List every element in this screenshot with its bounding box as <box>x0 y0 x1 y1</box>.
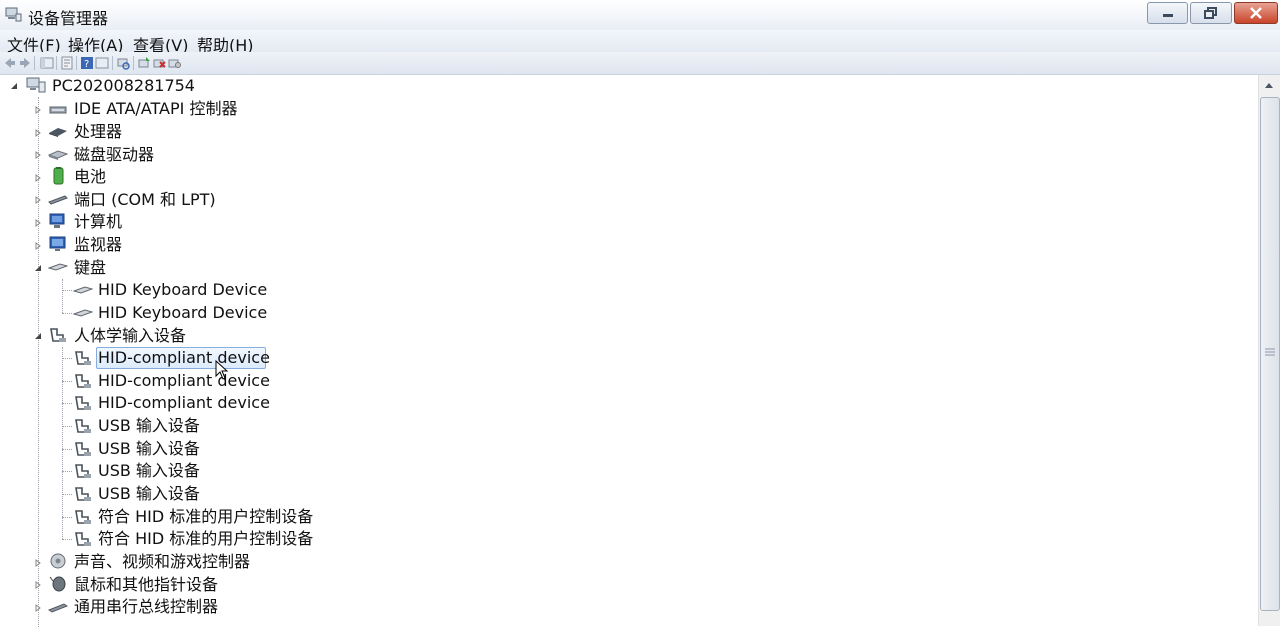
hid-device-icon <box>75 510 91 524</box>
usb-input-device[interactable]: USB 输入设备 <box>98 416 200 436</box>
hid-device-icon <box>75 374 91 388</box>
show-hide-icon[interactable] <box>95 56 109 70</box>
keyboard-device[interactable]: HID Keyboard Device <box>98 280 267 300</box>
minimize-button[interactable] <box>1147 2 1188 24</box>
close-button[interactable] <box>1234 2 1278 24</box>
keyboard-icon <box>48 263 68 271</box>
scrollbar-thumb[interactable] <box>1260 97 1280 611</box>
expand-arrow-icon[interactable] <box>34 151 42 159</box>
scan-hardware-icon[interactable] <box>116 56 130 70</box>
port-icon <box>48 195 68 205</box>
category-monitor[interactable]: 监视器 <box>74 235 122 255</box>
disk-drive-icon <box>48 150 68 160</box>
collapse-arrow-icon[interactable] <box>34 332 42 340</box>
device-tree: PC202008281754 IDE ATA/ATAPI 控制器 处理器 磁盘驱… <box>0 75 1258 627</box>
forward-icon[interactable] <box>18 56 32 70</box>
category-ports[interactable]: 端口 (COM 和 LPT) <box>74 190 216 210</box>
window-title: 设备管理器 <box>28 9 109 28</box>
hid-device[interactable]: HID-compliant device <box>98 393 270 413</box>
restore-icon <box>1204 7 1217 19</box>
hid-device-icon <box>75 464 91 478</box>
hid-device[interactable]: HID-compliant device <box>98 348 270 368</box>
update-driver-icon[interactable] <box>137 56 151 70</box>
expand-arrow-icon[interactable] <box>34 106 42 114</box>
console-tree-icon[interactable] <box>40 56 54 70</box>
category-hid[interactable]: 人体学输入设备 <box>74 326 186 346</box>
expand-arrow-icon[interactable] <box>34 196 42 204</box>
grip-icon <box>1265 348 1275 356</box>
mouse-cursor-icon <box>215 360 229 380</box>
minimize-icon <box>1162 14 1173 17</box>
hid-device-icon <box>75 419 91 433</box>
hid-icon <box>50 328 66 342</box>
ide-controller-icon <box>49 106 67 114</box>
hid-device-icon <box>75 532 91 546</box>
hid-consumer-control-device[interactable]: 符合 HID 标准的用户控制设备 <box>98 507 313 527</box>
expand-arrow-icon[interactable] <box>34 559 42 567</box>
collapse-arrow-icon[interactable] <box>34 264 42 272</box>
back-icon[interactable] <box>3 56 17 70</box>
keyboard-icon <box>73 286 93 294</box>
computer-icon <box>49 213 65 228</box>
hid-device-icon <box>75 442 91 456</box>
expand-arrow-icon[interactable] <box>34 174 42 182</box>
hid-device-icon <box>75 487 91 501</box>
monitor-icon <box>49 236 66 251</box>
device-manager-icon <box>5 7 22 22</box>
expand-arrow-icon[interactable] <box>34 129 42 137</box>
mouse-icon <box>49 576 66 592</box>
hid-device-icon <box>75 396 91 410</box>
battery-icon <box>53 167 64 185</box>
category-usb-controller[interactable]: 通用串行总线控制器 <box>74 597 218 617</box>
keyboard-device[interactable]: HID Keyboard Device <box>98 303 267 323</box>
category-ide[interactable]: IDE ATA/ATAPI 控制器 <box>74 99 237 119</box>
vertical-scrollbar[interactable] <box>1258 75 1280 626</box>
expand-arrow-icon[interactable] <box>34 581 42 589</box>
help-icon[interactable]: ? <box>80 56 94 70</box>
restore-button[interactable] <box>1190 2 1232 24</box>
processor-icon <box>49 128 67 137</box>
category-mouse[interactable]: 鼠标和其他指针设备 <box>74 575 218 595</box>
tree-root-label[interactable]: PC202008281754 <box>52 76 195 96</box>
toolbar: ? <box>0 52 1280 75</box>
usb-controller-icon <box>48 603 68 613</box>
disable-icon[interactable] <box>167 56 181 70</box>
usb-input-device[interactable]: USB 输入设备 <box>98 484 200 504</box>
category-keyboard[interactable]: 键盘 <box>74 258 106 278</box>
close-icon <box>1250 7 1262 19</box>
usb-input-device[interactable]: USB 输入设备 <box>98 439 200 459</box>
keyboard-icon <box>73 309 93 317</box>
collapse-arrow-icon[interactable] <box>10 82 18 90</box>
scroll-up-icon[interactable] <box>1264 81 1274 89</box>
hid-consumer-control-device[interactable]: 符合 HID 标准的用户控制设备 <box>98 529 313 549</box>
category-computer[interactable]: 计算机 <box>74 212 122 232</box>
title-bar: 设备管理器 <box>0 0 1280 31</box>
uninstall-icon[interactable] <box>152 56 166 70</box>
expand-arrow-icon[interactable] <box>34 604 42 612</box>
category-processor[interactable]: 处理器 <box>74 122 122 142</box>
category-battery[interactable]: 电池 <box>74 167 106 187</box>
category-sound[interactable]: 声音、视频和游戏控制器 <box>74 552 250 572</box>
expand-arrow-icon[interactable] <box>34 219 42 227</box>
category-disk[interactable]: 磁盘驱动器 <box>74 145 154 165</box>
hid-device[interactable]: HID-compliant device <box>98 371 270 391</box>
menu-bar: 文件(F) 操作(A) 查看(V) 帮助(H) <box>0 30 1280 55</box>
properties-icon[interactable] <box>60 56 74 70</box>
usb-input-device[interactable]: USB 输入设备 <box>98 461 200 481</box>
hid-device-icon <box>75 351 91 365</box>
svg-text:?: ? <box>84 59 89 70</box>
computer-root-icon <box>26 77 46 93</box>
expand-arrow-icon[interactable] <box>34 242 42 250</box>
sound-icon <box>50 553 66 569</box>
